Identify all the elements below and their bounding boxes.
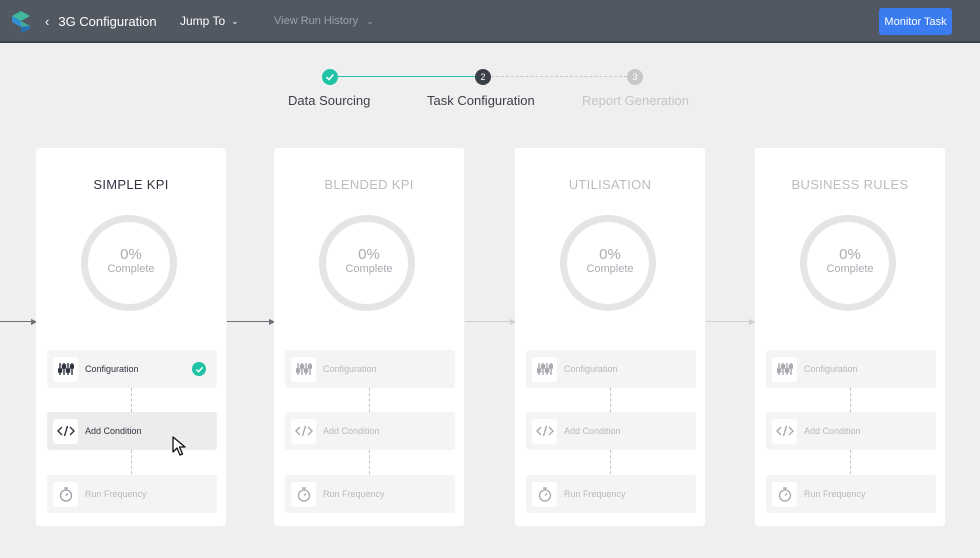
task-configuration[interactable]: Configuration <box>526 350 696 388</box>
code-icon <box>772 418 797 444</box>
task-label: Configuration <box>85 364 139 374</box>
task-connector <box>610 388 611 412</box>
step-3-label: Report Generation <box>582 93 689 108</box>
task-label: Configuration <box>804 364 858 374</box>
flow-connector-2 <box>465 321 512 322</box>
progress-percent: 0% <box>839 246 861 263</box>
task-run-frequency[interactable]: Run Frequency <box>526 475 696 513</box>
code-icon <box>53 418 78 444</box>
chevron-down-icon: ⌄ <box>231 15 239 26</box>
progress-percent: 0% <box>599 246 621 263</box>
sliders-icon <box>532 356 557 382</box>
task-label: Run Frequency <box>85 489 147 499</box>
step-1-label[interactable]: Data Sourcing <box>288 93 370 108</box>
sliders-icon <box>772 356 797 382</box>
back-label: 3G Configuration <box>58 14 157 29</box>
stopwatch-icon <box>53 481 78 507</box>
stopwatch-icon <box>291 481 316 507</box>
card-business-rules: BUSINESS RULES 0% Complete Configuration… <box>755 148 945 526</box>
card-utilisation: UTILISATION 0% Complete Configuration Ad… <box>515 148 705 526</box>
app-logo-icon[interactable] <box>9 10 33 34</box>
task-label: Configuration <box>564 364 618 374</box>
task-connector <box>850 388 851 412</box>
progress-percent: 0% <box>120 246 142 263</box>
chevron-down-icon: ⌄ <box>366 15 374 26</box>
view-run-history-dropdown[interactable]: View Run History ⌄ <box>274 15 374 27</box>
task-label: Add Condition <box>85 426 142 436</box>
card-simple-kpi: SIMPLE KPI 0% Complete Configuration Add… <box>36 148 226 526</box>
card-title: SIMPLE KPI <box>93 177 169 192</box>
checkmark-icon <box>325 73 335 81</box>
task-label: Add Condition <box>564 426 621 436</box>
sliders-icon <box>291 356 316 382</box>
progress-percent: 0% <box>358 246 380 263</box>
step-2-indicator[interactable]: 2 <box>475 69 491 85</box>
step-1-done-icon[interactable] <box>322 69 338 85</box>
task-configuration[interactable]: Configuration <box>766 350 936 388</box>
view-run-history-label: View Run History <box>274 15 359 27</box>
flow-connector-1 <box>227 321 271 322</box>
stopwatch-icon <box>772 481 797 507</box>
progress-stepper: 2 3 Data Sourcing Task Configuration Rep… <box>0 66 980 111</box>
task-connector <box>369 450 370 474</box>
step-connector-1 <box>338 76 475 77</box>
jump-to-dropdown[interactable]: Jump To ⌄ <box>180 14 239 28</box>
step-connector-2 <box>491 76 627 77</box>
top-bar: ‹ 3G Configuration Jump To ⌄ View Run Hi… <box>0 0 980 43</box>
checkmark-icon <box>192 362 206 376</box>
task-label: Run Frequency <box>804 489 866 499</box>
task-label: Add Condition <box>804 426 861 436</box>
card-blended-kpi: BLENDED KPI 0% Complete Configuration Ad… <box>274 148 464 526</box>
mouse-pointer-icon <box>172 436 186 456</box>
task-add-condition[interactable]: Add Condition <box>526 412 696 450</box>
task-label: Configuration <box>323 364 377 374</box>
chevron-left-icon: ‹ <box>45 14 50 29</box>
task-run-frequency[interactable]: Run Frequency <box>766 475 936 513</box>
code-icon <box>532 418 557 444</box>
jump-to-label: Jump To <box>180 14 226 28</box>
flow-connector-3 <box>706 321 751 322</box>
card-title: UTILISATION <box>568 177 652 192</box>
task-label: Add Condition <box>323 426 380 436</box>
progress-label: Complete <box>345 263 393 275</box>
task-connector <box>369 388 370 412</box>
task-connector <box>131 388 132 412</box>
flow-connector-in <box>0 321 33 322</box>
progress-label: Complete <box>826 263 874 275</box>
sliders-icon <box>53 356 78 382</box>
task-connector <box>610 450 611 474</box>
monitor-task-button[interactable]: Monitor Task <box>879 8 952 35</box>
card-title: BLENDED KPI <box>324 177 414 192</box>
progress-label: Complete <box>107 263 155 275</box>
task-connector <box>850 450 851 474</box>
back-link[interactable]: ‹ 3G Configuration <box>45 14 157 29</box>
task-label: Run Frequency <box>564 489 626 499</box>
card-title: BUSINESS RULES <box>791 177 909 192</box>
task-add-condition[interactable]: Add Condition <box>47 412 217 450</box>
progress-label: Complete <box>586 263 634 275</box>
task-run-frequency[interactable]: Run Frequency <box>47 475 217 513</box>
task-connector <box>131 450 132 474</box>
task-add-condition[interactable]: Add Condition <box>285 412 455 450</box>
task-run-frequency[interactable]: Run Frequency <box>285 475 455 513</box>
stopwatch-icon <box>532 481 557 507</box>
task-configuration[interactable]: Configuration <box>285 350 455 388</box>
code-icon <box>291 418 316 444</box>
step-3-indicator[interactable]: 3 <box>627 69 643 85</box>
task-label: Run Frequency <box>323 489 385 499</box>
step-2-label[interactable]: Task Configuration <box>427 93 535 108</box>
task-configuration[interactable]: Configuration <box>47 350 217 388</box>
task-add-condition[interactable]: Add Condition <box>766 412 936 450</box>
